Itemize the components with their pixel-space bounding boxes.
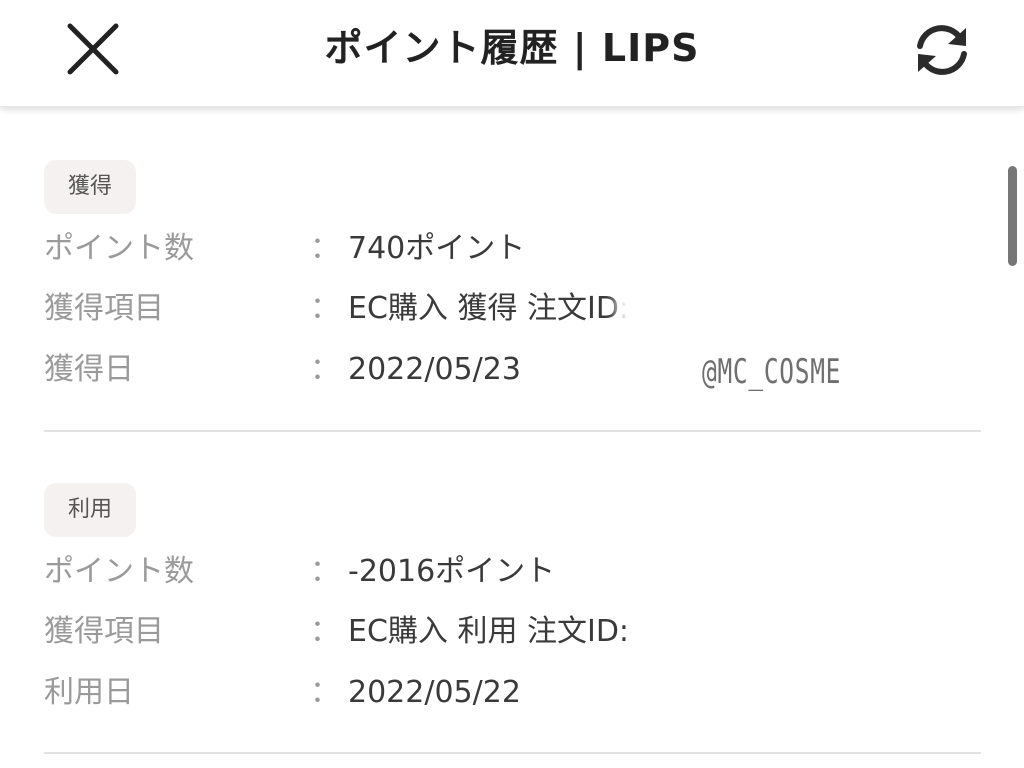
- type-badge: 獲得: [44, 160, 136, 214]
- item-value: EC購入 獲得 注文ID:: [348, 291, 630, 326]
- separator: ：: [310, 231, 340, 266]
- points-label: ポイント数: [44, 231, 194, 266]
- separator: ：: [310, 352, 340, 387]
- separator: ：: [310, 554, 340, 589]
- divider: [44, 752, 981, 754]
- points-label: ポイント数: [44, 554, 194, 589]
- separator: ：: [310, 675, 340, 710]
- date-label: 獲得日: [44, 352, 134, 387]
- item-label: 獲得項目: [44, 291, 164, 326]
- watermark: @MC_COSME: [702, 352, 842, 392]
- app-header: ポイント履歴 | LIPS: [0, 0, 1024, 107]
- date-value: 2022/05/22: [348, 675, 521, 710]
- points-value: 740ポイント: [348, 231, 526, 266]
- point-history-list[interactable]: 獲得 ポイント数 ： 740ポイント 獲得項目 ： EC購入 獲得 注文ID: …: [0, 106, 1024, 768]
- history-item: 獲得 ポイント数 ： 740ポイント 獲得項目 ： EC購入 獲得 注文ID: …: [44, 160, 981, 387]
- points-value: -2016ポイント: [348, 554, 556, 589]
- item-label: 獲得項目: [44, 614, 164, 649]
- page-title: ポイント履歴 | LIPS: [324, 26, 700, 70]
- date-label: 利用日: [44, 675, 134, 710]
- separator: ：: [310, 614, 340, 649]
- item-value: EC購入 利用 注文ID:: [348, 614, 630, 649]
- date-value: 2022/05/23: [348, 352, 521, 387]
- reload-button[interactable]: [908, 16, 976, 84]
- separator: ：: [310, 291, 340, 326]
- reload-icon: [917, 25, 967, 75]
- divider: [44, 430, 981, 432]
- point-history-screen: ポイント履歴 | LIPS 獲得 ポイント数 ： 740ポイント 獲得項目 ： …: [0, 0, 1024, 768]
- scrollbar-thumb[interactable]: [1008, 166, 1017, 266]
- type-badge: 利用: [44, 483, 136, 537]
